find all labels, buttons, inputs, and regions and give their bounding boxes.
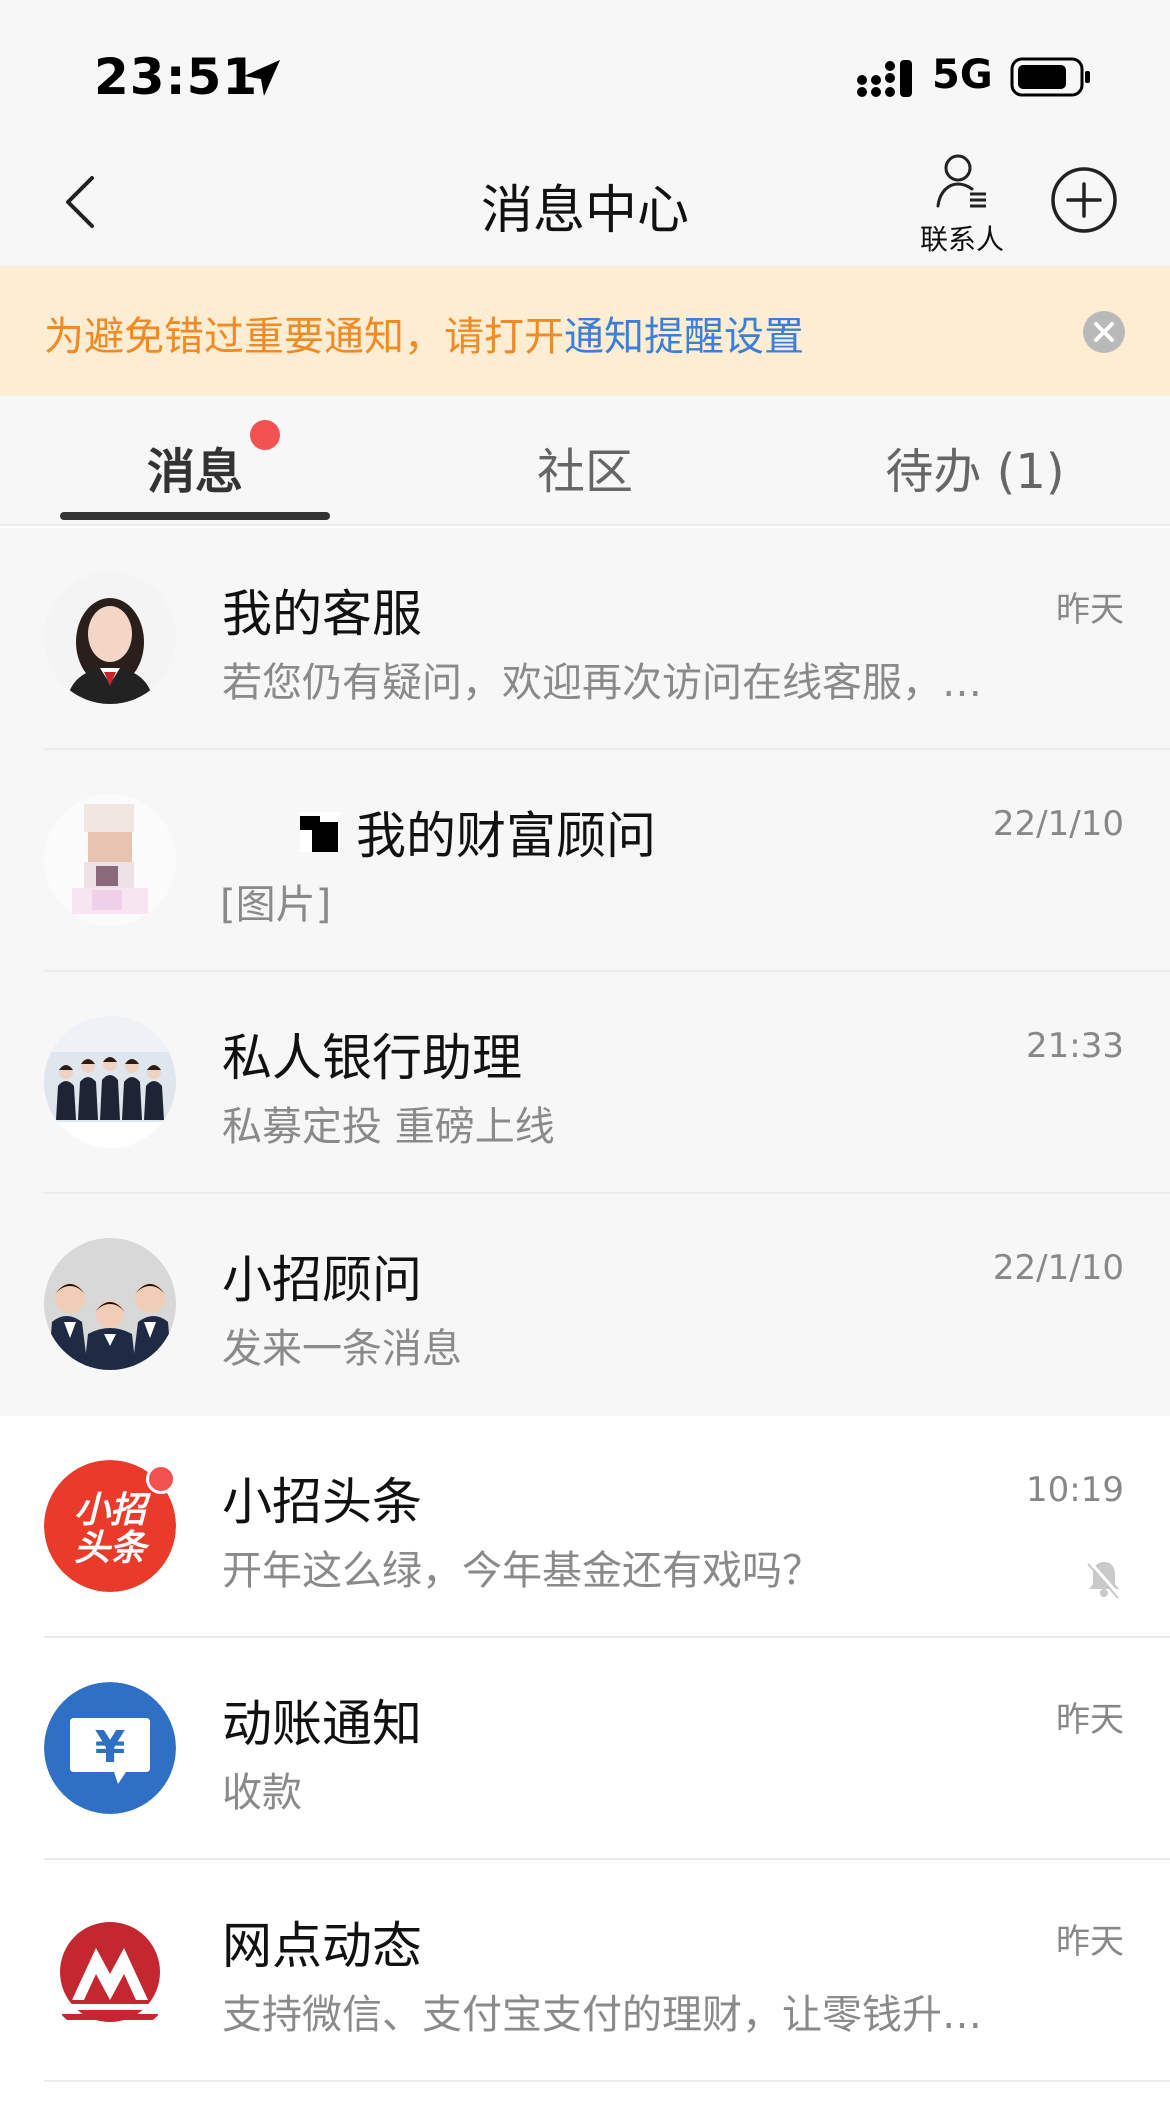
status-time: 23:51 [94, 48, 259, 106]
list-item[interactable]: 小招 头条 小招头条 开年这么绿，今年基金还有戏吗？ 10:19 [0, 1416, 1170, 1638]
cmb-logo [44, 1904, 176, 2036]
message-preview: 开年这么绿，今年基金还有戏吗？ [222, 1548, 822, 1594]
headline-logo-text-1: 小招 [74, 1490, 152, 1531]
active-tab-indicator [60, 512, 330, 520]
message-time: 21:33 [1026, 1026, 1124, 1066]
message-title: 小招顾问 [222, 1251, 422, 1309]
tab-unread-dot [250, 420, 280, 450]
close-icon[interactable] [1082, 310, 1126, 354]
status-bar: 23:51 5G [0, 0, 1170, 140]
message-time: 昨天 [1056, 1922, 1124, 1962]
message-time: 22/1/10 [992, 804, 1124, 844]
message-list: 我的客服 若您仍有疑问，欢迎再次访问在线客服，… 昨天 我的财富顾问 [图片] … [0, 528, 1170, 2082]
add-circle-icon[interactable] [1048, 164, 1120, 236]
tab-messages[interactable]: 消息 [60, 432, 330, 502]
message-preview: 收款 [222, 1770, 302, 1816]
unread-dot [146, 1464, 176, 1494]
message-time: 22/1/10 [992, 1248, 1124, 1288]
battery-icon [1010, 57, 1090, 97]
tab-todo[interactable]: 待办 (1) [840, 432, 1110, 502]
message-title: 我的财富顾问 [356, 807, 656, 865]
list-item[interactable]: 网点动态 支持微信、支付宝支付的理财，让零钱升… 昨天 [0, 1860, 1170, 2082]
message-time: 昨天 [1056, 590, 1124, 630]
message-time: 昨天 [1056, 1700, 1124, 1740]
headline-logo-text-2: 头条 [74, 1528, 150, 1569]
message-title: 动账通知 [222, 1695, 422, 1753]
contacts-icon [936, 154, 986, 208]
list-item[interactable]: 私人银行助理 私募定投 重磅上线 21:33 [0, 972, 1170, 1194]
message-preview: 发来一条消息 [222, 1326, 462, 1372]
message-title: 我的客服 [222, 585, 422, 643]
notification-settings-link[interactable]: 通知提醒设置 [564, 314, 804, 360]
tab-bar: 消息 社区 待办 (1) [0, 396, 1170, 526]
list-item[interactable]: 我的客服 若您仍有疑问，欢迎再次访问在线客服，… 昨天 [0, 528, 1170, 750]
tab-community[interactable]: 社区 [450, 432, 720, 502]
customer-service-avatar [44, 572, 176, 704]
signal-icon [857, 60, 912, 97]
contacts-button[interactable]: 联系人 [914, 152, 1010, 260]
list-item[interactable]: 我的财富顾问 [图片] 22/1/10 [0, 750, 1170, 972]
notice-text: 为避免错过重要通知，请打开 [44, 314, 564, 360]
notification-banner: 为避免错过重要通知，请打开通知提醒设置 [0, 266, 1170, 396]
message-time: 10:19 [1026, 1470, 1124, 1510]
redaction-mark-icon [300, 812, 340, 852]
message-title: 网点动态 [222, 1917, 422, 1975]
contacts-label: 联系人 [919, 223, 1004, 256]
divider [44, 2080, 1170, 2082]
yuan-chat-icon: ¥ [44, 1682, 176, 1814]
message-title: 小招头条 [222, 1473, 422, 1531]
location-arrow-icon [244, 60, 280, 96]
wealth-advisor-avatar [44, 794, 176, 926]
yuan-symbol: ¥ [95, 1722, 126, 1773]
bell-muted-icon [1087, 1561, 1122, 1598]
network-type: 5G [932, 52, 993, 98]
message-preview: 支持微信、支付宝支付的理财，让零钱升… [222, 1992, 982, 2038]
advisor-team-avatar [44, 1238, 176, 1370]
nav-bar: 消息中心 联系人 [0, 140, 1170, 266]
message-preview: 私募定投 重磅上线 [222, 1104, 555, 1150]
list-item[interactable]: ¥ 动账通知 收款 昨天 [0, 1638, 1170, 1860]
message-preview: [图片] [220, 882, 332, 928]
message-title: 私人银行助理 [222, 1029, 522, 1087]
list-item[interactable]: 小招顾问 发来一条消息 22/1/10 [0, 1194, 1170, 1416]
private-bank-assistant-avatar [44, 1016, 176, 1148]
message-preview: 若您仍有疑问，欢迎再次访问在线客服，… [222, 660, 982, 706]
